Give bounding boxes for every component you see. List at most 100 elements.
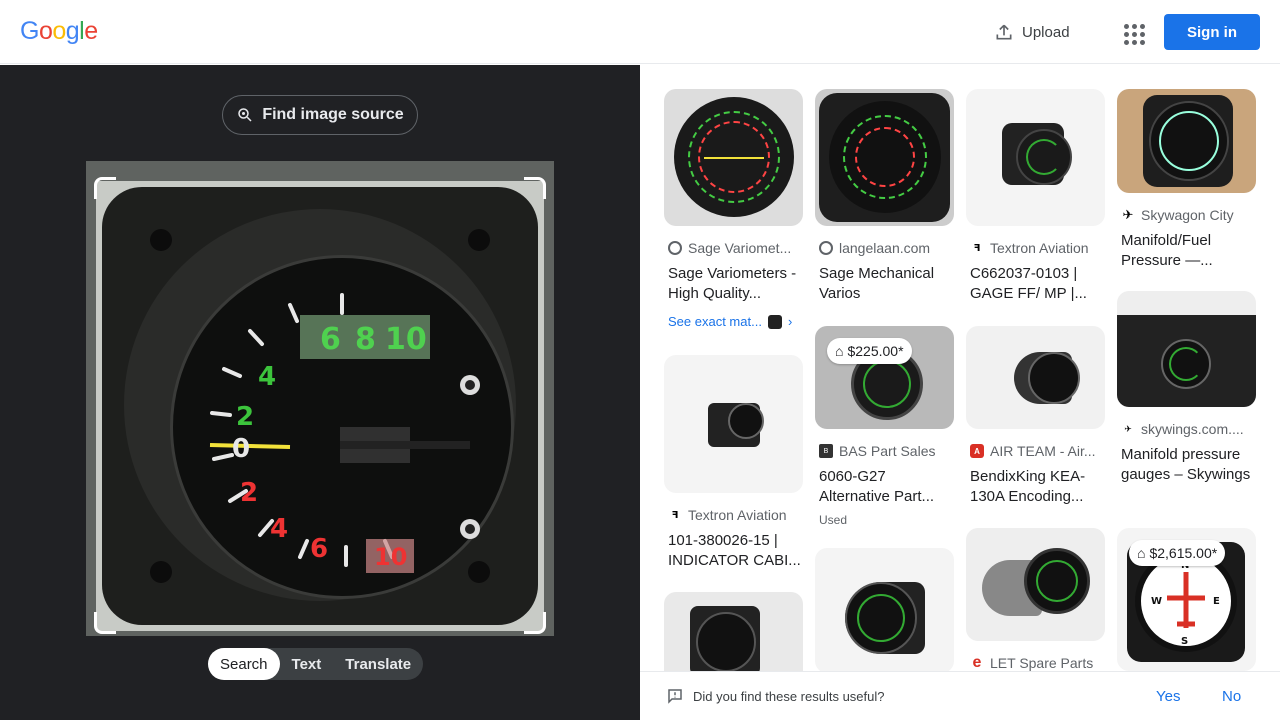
google-logo[interactable]: Google	[20, 17, 98, 46]
upload-label: Upload	[1022, 23, 1070, 41]
mode-tabs: Search Text Translate	[208, 648, 424, 680]
result-card[interactable]: ꟻ Textron Aviation C662037-0103 | GAGE F…	[966, 89, 1105, 304]
apps-grid-icon[interactable]	[1118, 18, 1146, 46]
result-source: ꟻ Textron Aviation	[966, 240, 1105, 256]
result-card[interactable]: e LET Spare Parts	[966, 528, 1105, 671]
result-source: e LET Spare Parts	[966, 655, 1105, 671]
let-logo-icon: e	[972, 655, 982, 671]
price-badge: ⌂ $2,615.00*	[1129, 540, 1226, 566]
result-title[interactable]: Sage Variometers - High Quality...	[664, 264, 803, 304]
svg-text:10: 10	[385, 322, 427, 357]
result-card[interactable]: langelaan.com Sage Mechanical Varios	[815, 89, 954, 304]
condition-label: Used	[819, 513, 848, 527]
tab-search[interactable]: Search	[208, 648, 280, 680]
result-thumbnail[interactable]	[664, 89, 803, 226]
feedback-yes-button[interactable]: Yes	[1156, 688, 1180, 705]
crop-handle-top-right[interactable]	[524, 177, 546, 199]
exact-match-thumb-icon	[767, 314, 782, 329]
svg-text:6: 6	[320, 322, 341, 357]
result-card[interactable]: A AIR TEAM - Air... BendixKing KEA-130A …	[966, 326, 1105, 507]
airplane-icon: ✈	[1122, 207, 1134, 222]
result-source: ꟻ Textron Aviation	[664, 507, 803, 523]
tab-text[interactable]: Text	[280, 648, 334, 680]
result-thumbnail[interactable]	[966, 528, 1105, 641]
tag-icon: ⌂	[835, 343, 844, 359]
upload-button[interactable]: Upload	[986, 16, 1078, 48]
skywings-logo-icon: ✈	[1124, 423, 1132, 434]
result-thumbnail[interactable]	[664, 355, 803, 493]
svg-text:2: 2	[240, 478, 258, 508]
result-thumbnail[interactable]	[815, 548, 954, 671]
svg-text:E: E	[1213, 596, 1220, 607]
result-card[interactable]	[815, 548, 954, 671]
result-thumbnail[interactable]	[664, 592, 803, 671]
logo-letter: o	[38, 17, 53, 45]
result-title[interactable]: 6060-G27 Alternative Part...	[815, 467, 954, 507]
lens-search-icon	[238, 108, 252, 122]
result-thumbnail[interactable]: ⌂ $225.00*	[815, 326, 954, 429]
result-title[interactable]: C662037-0103 | GAGE FF/ MP |...	[966, 264, 1105, 304]
result-card[interactable]: N E S W ⌂ $2,615.00*	[1117, 528, 1256, 671]
result-source: B BAS Part Sales	[815, 443, 954, 459]
svg-text:6: 6	[310, 534, 328, 564]
result-card[interactable]: ✈ Skywagon City Manifold/Fuel Pressure —…	[1117, 89, 1256, 271]
result-thumbnail[interactable]: N E S W ⌂ $2,615.00*	[1117, 528, 1256, 671]
result-thumbnail[interactable]	[1117, 291, 1256, 407]
query-image-pane: Find image source 6 8 10 4 2 0 2 4 6 10 …	[0, 65, 640, 720]
result-card[interactable]: Sage Variomet... Sage Variometers - High…	[664, 89, 803, 329]
globe-icon	[819, 241, 833, 255]
logo-letter: e	[84, 17, 98, 45]
result-source: ✈ skywings.com....	[1117, 421, 1256, 437]
find-image-source-label: Find image source	[262, 106, 404, 123]
find-image-source-button[interactable]: Find image source	[222, 95, 418, 135]
svg-text:W: W	[1151, 596, 1162, 607]
feedback-no-button[interactable]: No	[1222, 688, 1241, 705]
svg-text:4: 4	[258, 362, 276, 392]
logo-letter: g	[65, 17, 80, 45]
feedback-question: Did you find these results useful?	[693, 689, 885, 704]
result-card[interactable]: ✈ skywings.com.... Manifold pressure gau…	[1117, 291, 1256, 485]
sign-in-button[interactable]: Sign in	[1164, 14, 1260, 50]
logo-letter: o	[52, 17, 66, 45]
bas-logo-icon: B	[819, 444, 833, 458]
result-thumbnail[interactable]	[966, 89, 1105, 226]
result-source: Sage Variomet...	[664, 240, 803, 256]
crop-handle-top-left[interactable]	[94, 177, 116, 199]
globe-icon	[668, 241, 682, 255]
result-card[interactable]: ⌂ $225.00* B BAS Part Sales 6060-G27 Alt…	[815, 326, 954, 527]
result-thumbnail[interactable]	[966, 326, 1105, 429]
result-card[interactable]: ꟻ Textron Aviation 101-380026-15 | INDIC…	[664, 355, 803, 571]
result-source: A AIR TEAM - Air...	[966, 443, 1105, 459]
see-exact-matches-link[interactable]: See exact mat... ›	[664, 314, 803, 329]
result-title[interactable]: Manifold/Fuel Pressure —...	[1117, 231, 1256, 271]
svg-text:2: 2	[236, 402, 254, 432]
svg-text:4: 4	[270, 514, 288, 544]
visual-matches-grid: Sage Variomet... Sage Variometers - High…	[640, 65, 1280, 671]
crop-handle-bottom-right[interactable]	[524, 612, 546, 634]
result-thumbnail[interactable]	[1117, 89, 1256, 193]
feedback-bar: Did you find these results useful? Yes N…	[640, 671, 1280, 720]
tag-icon: ⌂	[1137, 545, 1146, 561]
air-team-icon: A	[970, 444, 984, 458]
textron-icon: ꟻ	[973, 242, 981, 254]
tab-translate[interactable]: Translate	[333, 648, 423, 680]
crop-handle-bottom-left[interactable]	[94, 612, 116, 634]
logo-letter: G	[20, 17, 39, 45]
result-title[interactable]: Manifold pressure gauges – Skywings	[1117, 445, 1256, 485]
result-title[interactable]: 101-380026-15 | INDICATOR CABI...	[664, 531, 803, 571]
result-source: ✈ Skywagon City	[1122, 207, 1234, 223]
result-title[interactable]: BendixKing KEA-130A Encoding...	[966, 467, 1105, 507]
gauge-photo: 6 8 10 4 2 0 2 4 6 10	[96, 181, 544, 631]
chevron-right-icon: ›	[787, 314, 793, 329]
top-bar: Google Upload Sign in	[0, 0, 1280, 64]
price-badge: ⌂ $225.00*	[827, 338, 912, 364]
result-source: langelaan.com	[815, 240, 954, 256]
svg-text:8: 8	[355, 322, 376, 357]
query-image[interactable]: 6 8 10 4 2 0 2 4 6 10	[86, 161, 554, 636]
feedback-icon	[668, 689, 682, 704]
result-thumbnail[interactable]	[815, 89, 954, 226]
svg-text:10: 10	[374, 543, 407, 571]
result-title[interactable]: Sage Mechanical Varios	[815, 264, 954, 304]
result-card[interactable]	[664, 592, 803, 671]
svg-text:0: 0	[232, 434, 250, 464]
